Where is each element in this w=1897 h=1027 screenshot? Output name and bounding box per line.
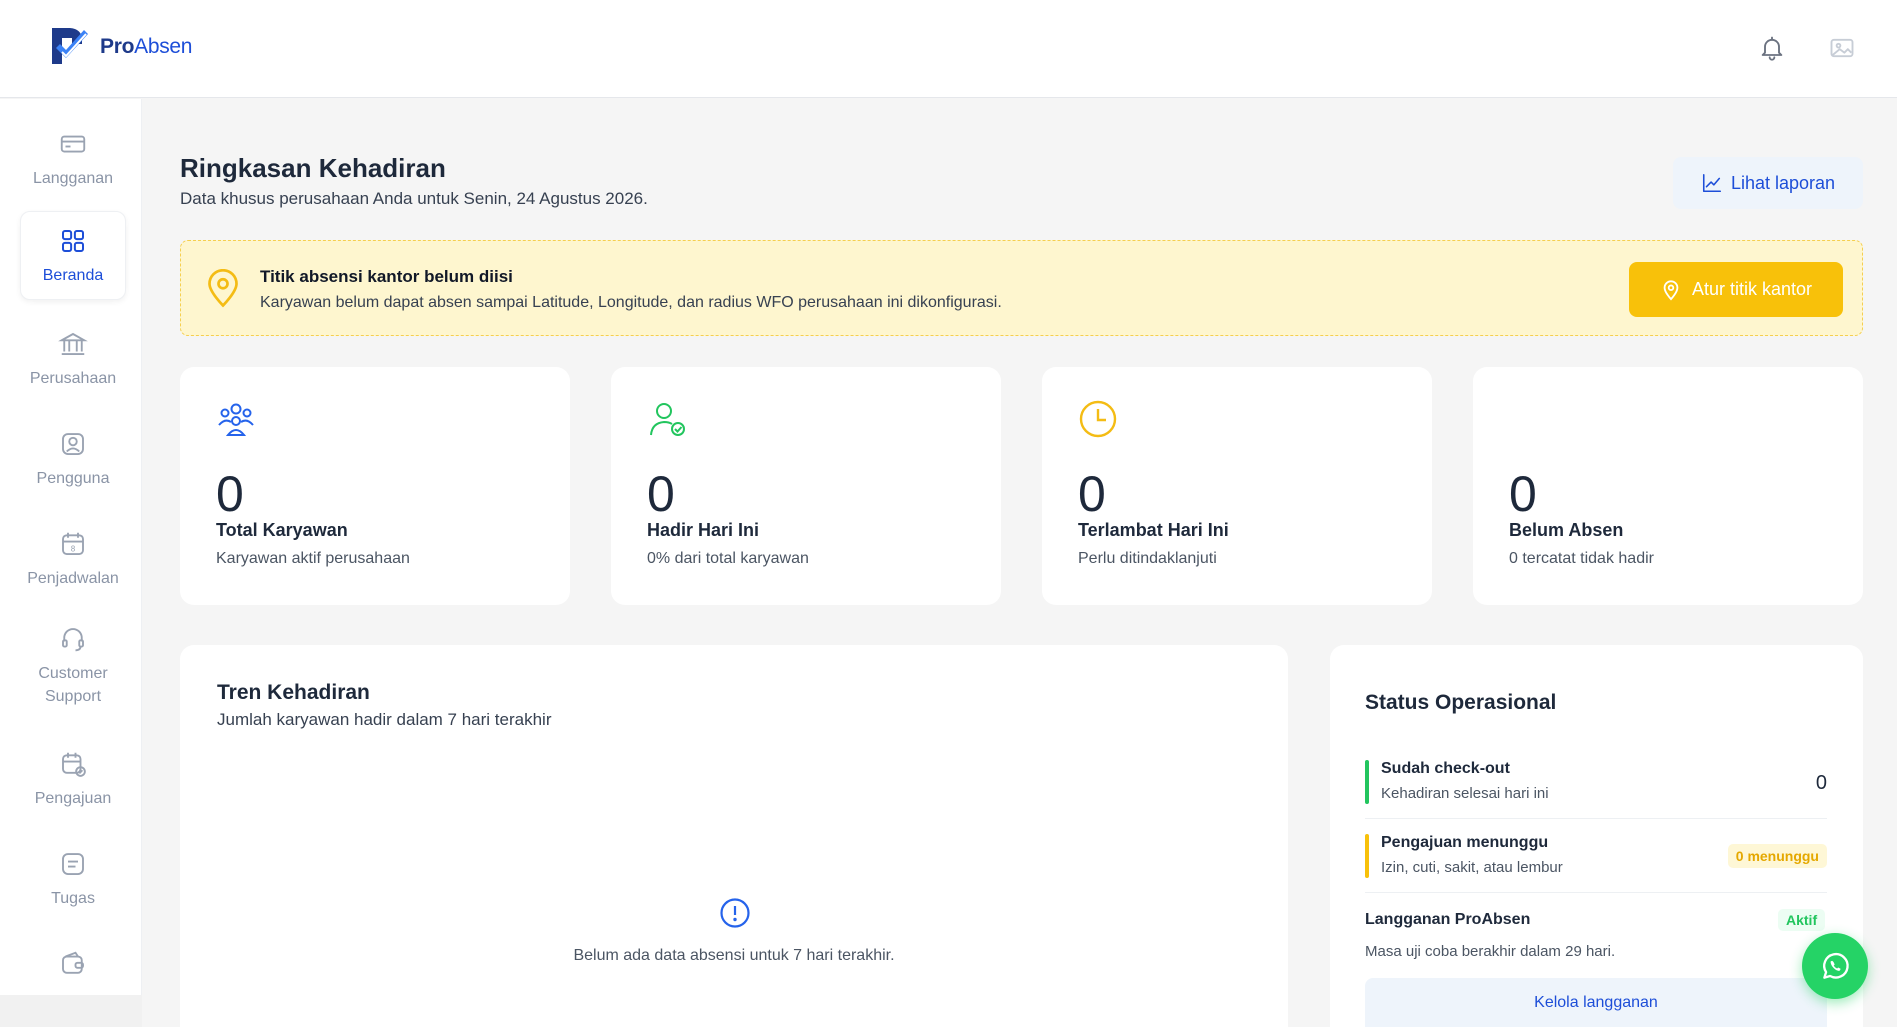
set-office-point-label: Atur titik kantor (1691, 279, 1813, 299)
stat-card-late-today: 0 Terlambat Hari Ini Perlu ditindaklanju… (1042, 367, 1432, 605)
sidebar-item-label: Tugas (51, 890, 95, 907)
stat-sub: 0 tercatat tidak hadir (1509, 550, 1654, 567)
users-icon (218, 403, 254, 436)
stat-card-present-today: 0 Hadir Hari Ini 0% dari total karyawan (611, 367, 1001, 605)
grid-icon (62, 230, 84, 252)
ops-row-sub: Izin, cuti, sakit, atau lembur (1381, 859, 1563, 876)
operational-status-card: Status Operasional Sudah check-out Kehad… (1330, 645, 1863, 1027)
stat-value: 0 (1078, 466, 1106, 522)
subscription-title: Langganan ProAbsen (1365, 911, 1531, 928)
stat-value: 0 (216, 466, 244, 522)
sidebar-item-customer-support[interactable]: Customer Support (20, 624, 126, 708)
wallet-icon (62, 951, 84, 974)
sidebar-item-wallet[interactable] (20, 949, 126, 987)
ops-title: Status Operasional (1365, 691, 1557, 714)
user-square-icon (62, 433, 84, 455)
sidebar: Langganan Beranda Perusahaan Pengguna 8 … (0, 99, 142, 995)
user-check-icon (650, 403, 685, 436)
bank-icon (58, 332, 88, 355)
calendar-check-icon (62, 752, 86, 777)
whatsapp-icon (1823, 952, 1849, 979)
sidebar-item-pengajuan[interactable]: Pengajuan (20, 749, 126, 810)
stat-label: Terlambat Hari Ini (1078, 520, 1229, 540)
clock-icon (1079, 400, 1117, 438)
sidebar-item-perusahaan[interactable]: Perusahaan (20, 329, 126, 390)
sidebar-item-label: Perusahaan (29, 370, 117, 387)
logo-icon (52, 28, 88, 64)
status-bar (1365, 834, 1369, 878)
credit-card-icon (60, 135, 86, 153)
view-report-label: Lihat laporan (1730, 172, 1836, 193)
sidebar-item-label: Penjadwalan (27, 570, 119, 587)
stat-label: Hadir Hari Ini (647, 520, 760, 540)
stat-label: Total Karyawan (216, 520, 348, 540)
subscription-text: Masa uji coba berakhir dalam 29 hari. (1365, 943, 1616, 960)
whatsapp-chat-button[interactable] (1802, 933, 1868, 999)
map-pin-icon (208, 269, 238, 308)
sidebar-item-beranda[interactable]: Beranda (20, 211, 126, 300)
app-logo[interactable]: ProAbsen (46, 24, 192, 70)
app-name: ProAbsen (100, 35, 193, 58)
divider (1365, 892, 1827, 893)
ops-row-checked-out: Sudah check-out Kehadiran selesai hari i… (1365, 760, 1827, 806)
headset-icon (62, 628, 84, 652)
map-pin-icon (1663, 279, 1679, 301)
subscription-status-badge: Aktif (1778, 909, 1826, 931)
sidebar-item-pengguna[interactable]: Pengguna (20, 429, 126, 490)
set-office-point-button[interactable]: Atur titik kantor (1629, 262, 1843, 317)
stat-card-total-employees: 0 Total Karyawan Karyawan aktif perusaha… (180, 367, 570, 605)
ops-row-title: Sudah check-out (1381, 760, 1510, 777)
sidebar-item-label: Langganan (32, 170, 114, 187)
stat-value: 0 (1509, 466, 1537, 522)
stat-sub: 0% dari total karyawan (647, 550, 809, 567)
alert-title: Titik absensi kantor belum diisi (260, 267, 513, 286)
sidebar-footer (0, 995, 142, 1027)
stat-card-not-attended: 0 Belum Absen 0 tercatat tidak hadir (1473, 367, 1863, 605)
sidebar-item-label: Pengguna (36, 470, 110, 487)
stat-value: 0 (647, 466, 675, 522)
stat-label: Belum Absen (1509, 520, 1624, 540)
stat-sub: Karyawan aktif perusahaan (216, 550, 410, 567)
office-location-alert: Titik absensi kantor belum diisi Karyawa… (180, 240, 1863, 336)
alert-text: Karyawan belum dapat absen sampai Latitu… (260, 294, 1002, 311)
top-header: ProAbsen (0, 0, 1897, 98)
stat-sub: Perlu ditindaklanjuti (1078, 550, 1217, 567)
chart-line-icon (1702, 173, 1721, 193)
sidebar-item-penjadwalan[interactable]: 8 Penjadwalan (20, 529, 126, 590)
ops-row-sub: Kehadiran selesai hari ini (1381, 785, 1549, 802)
divider (1365, 818, 1827, 819)
sidebar-item-label: Customer Support (38, 665, 108, 705)
sidebar-item-label: Pengajuan (34, 790, 112, 807)
manage-subscription-button[interactable]: Kelola langganan (1365, 978, 1827, 1027)
sidebar-item-langganan[interactable]: Langganan (20, 129, 126, 190)
alert-circle-icon (720, 898, 750, 928)
ops-row-pending-requests: Pengajuan menunggu Izin, cuti, sakit, at… (1365, 834, 1827, 880)
page-title: Ringkasan Kehadiran (180, 153, 446, 183)
avatar-image-icon[interactable] (1828, 34, 1856, 62)
ops-row-value: 0 (1815, 772, 1827, 794)
sidebar-item-tugas[interactable]: Tugas (20, 849, 126, 910)
calendar-icon: 8 (62, 532, 84, 555)
pending-badge: 0 menunggu (1727, 844, 1827, 868)
trend-empty-message: Belum ada data absensi untuk 7 hari tera… (573, 947, 895, 964)
attendance-trend-card: Tren Kehadiran Jumlah karyawan hadir dal… (180, 645, 1288, 1027)
svg-text:8: 8 (71, 545, 76, 554)
trend-title: Tren Kehadiran (217, 681, 370, 704)
view-report-button[interactable]: Lihat laporan (1673, 157, 1863, 209)
sidebar-item-label: Beranda (42, 267, 104, 284)
ops-row-title: Pengajuan menunggu (1381, 834, 1549, 851)
trend-subtitle: Jumlah karyawan hadir dalam 7 hari terak… (217, 710, 552, 729)
bell-icon[interactable] (1758, 34, 1786, 62)
page-subtitle: Data khusus perusahaan Anda untuk Senin,… (180, 189, 648, 208)
status-bar (1365, 760, 1369, 804)
task-list-icon (62, 853, 84, 875)
